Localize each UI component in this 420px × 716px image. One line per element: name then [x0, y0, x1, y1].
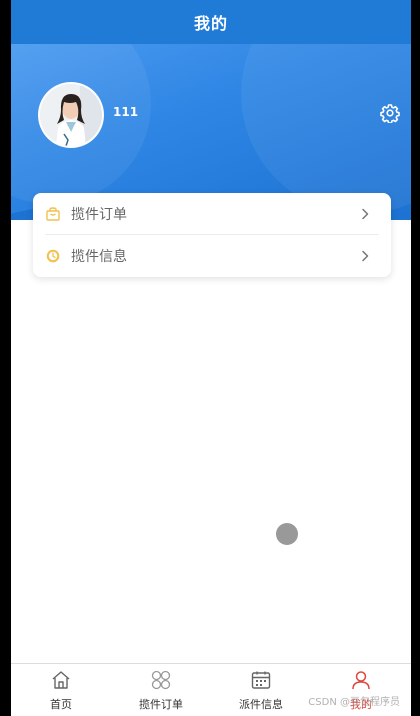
app-screen: 我的 111 揽件订单 揽件信息 首页 揽件订单 派件信息 我的 CSDN @豆…	[11, 0, 411, 716]
tab-mine[interactable]: 我的	[311, 664, 411, 716]
touch-indicator	[276, 523, 298, 545]
top-bar: 我的	[11, 0, 411, 44]
settings-gear-icon[interactable]	[380, 103, 400, 124]
chevron-right-icon	[362, 250, 369, 261]
tab-pickup-orders[interactable]: 揽件订单	[111, 664, 211, 716]
menu-card: 揽件订单 揽件信息	[33, 193, 391, 277]
avatar-image	[40, 84, 102, 146]
tab-home[interactable]: 首页	[11, 664, 111, 716]
clock-icon	[46, 249, 60, 262]
user-icon	[352, 671, 370, 690]
grid-icon	[151, 670, 171, 690]
chevron-right-icon	[362, 208, 369, 219]
tab-delivery-info[interactable]: 派件信息	[211, 664, 311, 716]
banner-decoration	[241, 44, 411, 214]
menu-item-label: 揽件订单	[71, 206, 127, 223]
menu-item-pickup-info[interactable]: 揽件信息	[33, 235, 391, 276]
bottom-tab-bar: 首页 揽件订单 派件信息 我的	[11, 663, 411, 716]
menu-item-pickup-orders[interactable]: 揽件订单	[33, 193, 391, 234]
username: 111	[113, 105, 139, 119]
menu-item-label: 揽件信息	[71, 248, 127, 265]
home-icon	[52, 671, 70, 689]
tab-label: 首页	[50, 698, 72, 711]
calendar-icon	[251, 671, 271, 689]
watermark: CSDN @豆包程序员	[308, 697, 400, 708]
avatar[interactable]	[38, 82, 104, 148]
tab-label: 揽件订单	[139, 698, 183, 711]
page-title: 我的	[193, 14, 228, 33]
bag-icon	[46, 206, 60, 221]
tab-label: 派件信息	[239, 698, 283, 711]
